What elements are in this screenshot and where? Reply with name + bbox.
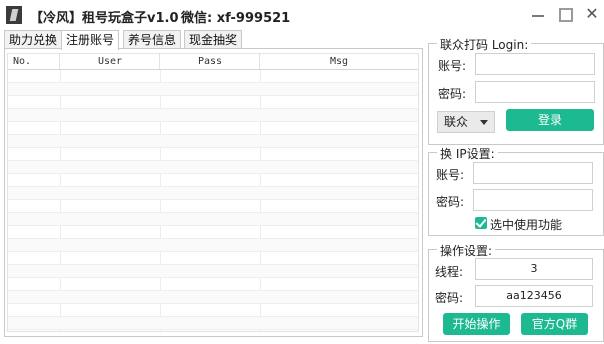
group-title: 操作设置: <box>437 242 496 259</box>
platform-select-value: 联众 <box>444 115 469 129</box>
threads-input[interactable]: 3 <box>475 258 593 280</box>
table-header: No. User Pass Msg <box>8 54 418 70</box>
tab-panel-register: No. User Pass Msg <box>4 48 423 337</box>
table-row[interactable] <box>8 278 418 291</box>
captcha-password-input[interactable] <box>475 81 595 103</box>
password-label: 密码: <box>438 87 467 101</box>
column-header-no[interactable]: No. <box>8 54 60 69</box>
table-row[interactable] <box>8 304 418 317</box>
ip-password-input[interactable] <box>473 189 593 211</box>
ip-settings-group: 换 IP设置: 账号: 密码: 选中使用功能 <box>428 145 604 236</box>
password-label: 密码: <box>436 195 465 209</box>
account-label: 账号: <box>438 59 467 73</box>
table-row[interactable] <box>8 317 418 330</box>
table-row[interactable] <box>8 174 418 187</box>
table-row[interactable] <box>8 200 418 213</box>
table-row[interactable] <box>8 239 418 252</box>
table-row[interactable] <box>8 83 418 96</box>
table-row[interactable] <box>8 148 418 161</box>
enable-ip-label[interactable]: 选中使用功能 <box>490 216 562 233</box>
tab-boost-exchange[interactable]: 助力兑换 <box>4 30 63 49</box>
captcha-account-input[interactable] <box>475 53 595 75</box>
password-label: 密码: <box>435 291 464 305</box>
table-row[interactable] <box>8 213 418 226</box>
enable-ip-checkbox[interactable] <box>475 217 487 229</box>
table-row[interactable] <box>8 291 418 304</box>
tab-account-info[interactable]: 养号信息 <box>123 30 182 49</box>
default-password-input[interactable]: aa123456 <box>475 285 593 307</box>
table-row[interactable] <box>8 96 418 109</box>
table-row[interactable] <box>8 265 418 278</box>
title-bar[interactable]: 【冷风】租号玩盒子v1.0 微信: xf-999521 ✕ <box>0 0 604 30</box>
captcha-login-group: 联众打码 Login: 账号: 密码: 联众 登录 <box>428 36 604 145</box>
group-title: 联众打码 Login: <box>437 36 532 53</box>
table-row[interactable] <box>8 187 418 200</box>
column-header-msg[interactable]: Msg <box>260 54 418 69</box>
ip-account-input[interactable] <box>473 162 593 184</box>
table-row[interactable] <box>8 109 418 122</box>
table-row[interactable] <box>8 70 418 83</box>
table-row[interactable] <box>8 161 418 174</box>
app-logo-icon <box>6 6 22 24</box>
tab-register-account[interactable]: 注册账号 <box>61 30 120 50</box>
threads-label: 线程: <box>435 265 464 279</box>
close-button[interactable]: ✕ <box>583 5 601 23</box>
tab-cash-lottery[interactable]: 现金抽奖 <box>184 30 243 49</box>
table-row[interactable] <box>8 252 418 265</box>
table-row[interactable] <box>8 122 418 135</box>
operation-settings-group: 操作设置: 线程: 3 密码: aa123456 开始操作 官方Q群 <box>428 242 604 342</box>
column-header-user[interactable]: User <box>60 54 160 69</box>
table-body <box>8 70 418 331</box>
official-qq-group-button[interactable]: 官方Q群 <box>521 313 588 335</box>
platform-select[interactable]: 联众 <box>437 111 495 133</box>
login-button[interactable]: 登录 <box>506 109 594 131</box>
table-row[interactable] <box>8 226 418 239</box>
account-label: 账号: <box>436 168 465 182</box>
app-window: 【冷风】租号玩盒子v1.0 微信: xf-999521 ✕ 助力兑换 注册账号 … <box>0 0 604 344</box>
window-title: 【冷风】租号玩盒子v1.0 <box>30 11 179 26</box>
column-header-pass[interactable]: Pass <box>160 54 260 69</box>
group-title: 换 IP设置: <box>437 145 498 162</box>
wechat-contact: 微信: xf-999521 <box>181 11 291 26</box>
minimize-button[interactable] <box>529 5 547 23</box>
maximize-button[interactable] <box>556 5 574 23</box>
chevron-down-icon <box>480 120 488 125</box>
start-operation-button[interactable]: 开始操作 <box>443 313 510 335</box>
table-row[interactable] <box>8 135 418 148</box>
account-list-table[interactable]: No. User Pass Msg <box>7 53 419 332</box>
